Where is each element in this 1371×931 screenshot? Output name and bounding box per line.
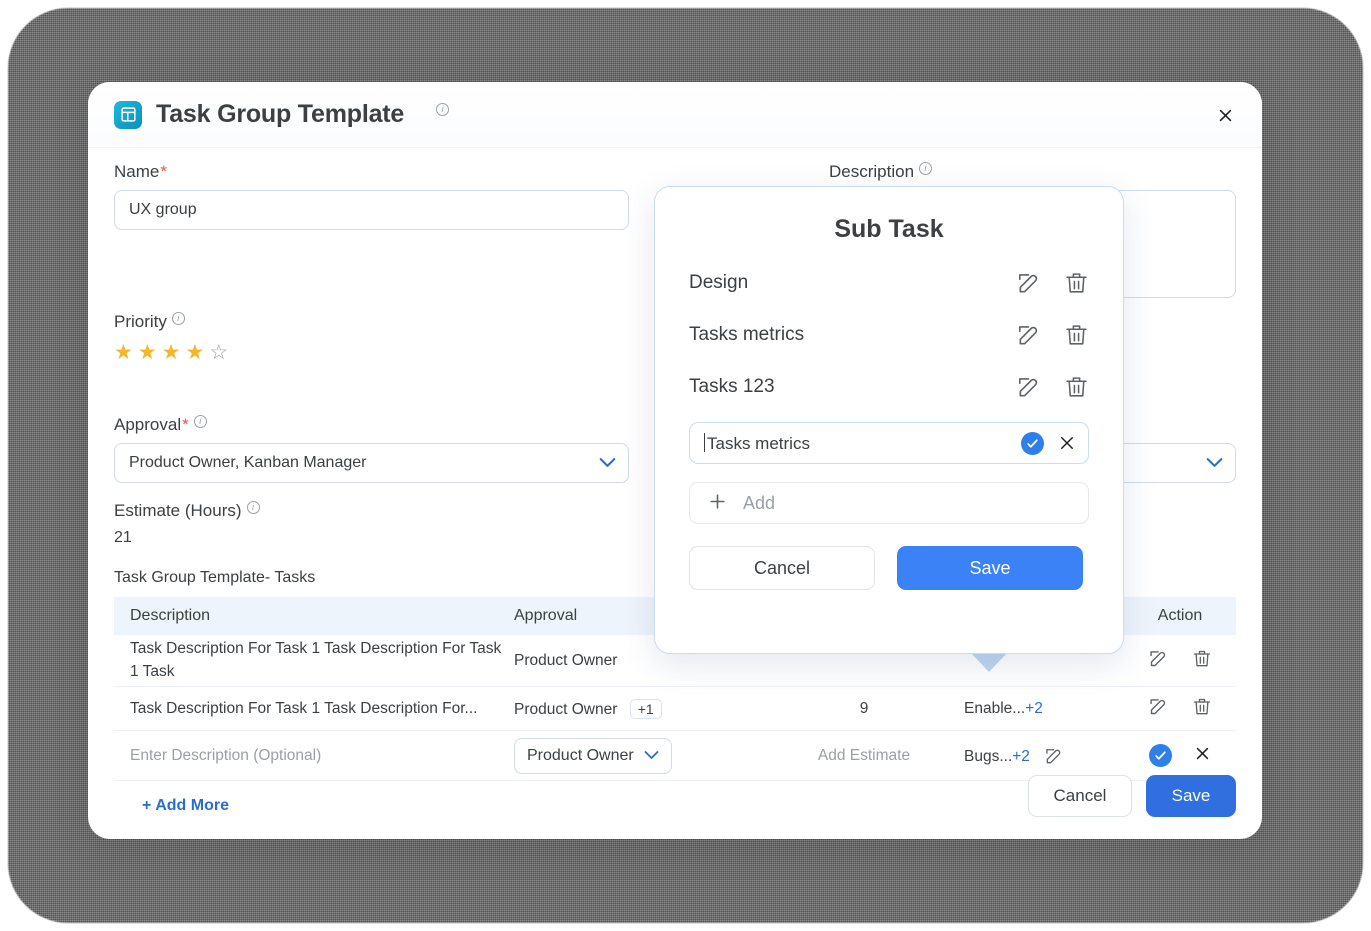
cell-approval-value: Product Owner	[514, 701, 617, 718]
chevron-down-icon	[644, 748, 659, 763]
star-empty-icon[interactable]: ☆	[209, 340, 228, 365]
approval-overflow-badge[interactable]: +1	[630, 699, 662, 719]
subtask-item-label: Design	[689, 272, 748, 294]
cell-actions	[1124, 696, 1236, 722]
chevron-down-icon	[1206, 456, 1223, 471]
star-filled-icon[interactable]: ★	[138, 340, 157, 365]
cell-description: Task Description For Task 1 Task Descrip…	[114, 638, 514, 683]
trash-icon[interactable]	[1064, 322, 1089, 348]
subtask-item-label: Tasks 123	[689, 376, 775, 398]
dialog-footer: Cancel Save	[1028, 775, 1236, 817]
new-approval-select-value: Product Owner	[527, 747, 634, 765]
subtask-list-item: Design	[689, 270, 1089, 296]
column-header-action: Action	[1124, 607, 1236, 625]
approval-select[interactable]: Product Owner, Kanban Manager	[114, 443, 629, 483]
priority-field-group: Priority i ★★★★☆	[114, 298, 675, 365]
cell-tag-value: Enable...	[964, 700, 1025, 717]
cell-tag-value: Bugs...	[964, 748, 1012, 765]
star-filled-icon[interactable]: ★	[162, 340, 181, 365]
edit-icon[interactable]	[1016, 270, 1042, 296]
info-icon[interactable]: i	[436, 103, 449, 116]
close-icon[interactable]	[1058, 434, 1076, 452]
subtask-popover: Sub Task Design Tasks metrics Tasks 123	[654, 186, 1124, 654]
cancel-button[interactable]: Cancel	[1028, 775, 1132, 817]
approval-label: Approval * i	[114, 415, 629, 435]
subtask-item-actions	[1016, 322, 1089, 348]
subtask-item-label: Tasks metrics	[689, 324, 804, 346]
trash-icon[interactable]	[1064, 270, 1089, 296]
plus-icon	[708, 492, 727, 515]
table-row: Task Description For Task 1 Task Descrip…	[114, 687, 1236, 731]
subtask-add-row[interactable]: Add	[689, 482, 1089, 524]
trash-icon[interactable]	[1192, 649, 1212, 669]
edit-icon[interactable]	[1016, 322, 1042, 348]
subtask-cancel-button[interactable]: Cancel	[689, 546, 875, 590]
text-caret	[704, 433, 705, 452]
column-header-description: Description	[114, 607, 514, 625]
name-label: Name *	[114, 162, 629, 182]
approval-field-group: Approval * i Product Owner, Kanban Manag…	[114, 401, 675, 483]
trash-icon[interactable]	[1192, 697, 1212, 717]
info-icon[interactable]: i	[919, 162, 932, 175]
info-icon[interactable]: i	[194, 415, 207, 428]
close-icon[interactable]	[1194, 745, 1211, 762]
priority-rating[interactable]: ★★★★☆	[114, 340, 629, 365]
subtask-save-button[interactable]: Save	[897, 546, 1083, 590]
name-field-group: Name * UX group	[114, 148, 675, 298]
table-row: Enter Description (Optional) Product Own…	[114, 731, 1236, 781]
close-icon[interactable]	[1212, 102, 1238, 128]
check-circle-icon[interactable]	[1021, 432, 1044, 455]
subtask-edit-input[interactable]: Tasks metrics	[689, 422, 1089, 464]
approval-select-value: Product Owner, Kanban Manager	[129, 454, 366, 472]
subtask-list-item: Tasks metrics	[689, 322, 1089, 348]
new-approval-select[interactable]: Product Owner	[514, 738, 672, 774]
subtask-edit-input-text: Tasks metrics	[704, 433, 810, 454]
required-marker: *	[160, 162, 167, 182]
edit-icon[interactable]	[1016, 374, 1042, 400]
cell-approval: Product Owner +1	[514, 699, 764, 719]
info-icon[interactable]: i	[172, 312, 185, 325]
confirm-check-icon[interactable]	[1149, 744, 1172, 767]
save-button[interactable]: Save	[1146, 775, 1236, 817]
priority-label: Priority i	[114, 312, 629, 332]
subtask-add-label: Add	[743, 493, 775, 514]
cell-actions	[1124, 744, 1236, 767]
name-input-value: UX group	[129, 201, 197, 219]
star-filled-icon[interactable]: ★	[114, 340, 133, 365]
cell-approval: Product Owner	[514, 738, 764, 774]
subtask-list-item: Tasks 123	[689, 374, 1089, 400]
description-label: Description i	[829, 162, 1236, 182]
info-icon[interactable]: i	[247, 501, 260, 514]
subtask-item-actions	[1016, 270, 1089, 296]
chevron-down-icon	[599, 456, 616, 471]
cell-tags: Enable...+2	[964, 700, 1124, 718]
edit-icon[interactable]	[1044, 746, 1064, 766]
trash-icon[interactable]	[1064, 374, 1089, 400]
subtask-title: Sub Task	[689, 215, 1089, 244]
cell-tags: Bugs...+2	[964, 746, 1124, 766]
edit-icon[interactable]	[1148, 696, 1169, 717]
tag-overflow-link[interactable]: +2	[1025, 700, 1043, 717]
subtask-footer: Cancel Save	[689, 546, 1089, 590]
cell-actions	[1124, 648, 1236, 674]
subtask-popover-pointer	[970, 652, 1008, 672]
new-estimate-input[interactable]: Add Estimate	[764, 747, 964, 765]
cell-estimate: 9	[764, 700, 964, 718]
page-title: Task Group Template	[156, 100, 404, 129]
cell-approval: Product Owner	[514, 652, 764, 670]
layout-grid-icon	[114, 101, 142, 129]
required-marker: *	[182, 415, 189, 435]
tag-overflow-link[interactable]: +2	[1012, 748, 1030, 765]
subtask-edit-input-actions	[1021, 432, 1076, 455]
cell-description: Task Description For Task 1 Task Descrip…	[114, 700, 514, 718]
new-description-input[interactable]: Enter Description (Optional)	[114, 747, 514, 765]
edit-icon[interactable]	[1148, 648, 1169, 669]
subtask-item-actions	[1016, 374, 1089, 400]
star-filled-icon[interactable]: ★	[185, 340, 204, 365]
name-input[interactable]: UX group	[114, 190, 629, 230]
dialog-header: Task Group Template i	[88, 82, 1262, 148]
